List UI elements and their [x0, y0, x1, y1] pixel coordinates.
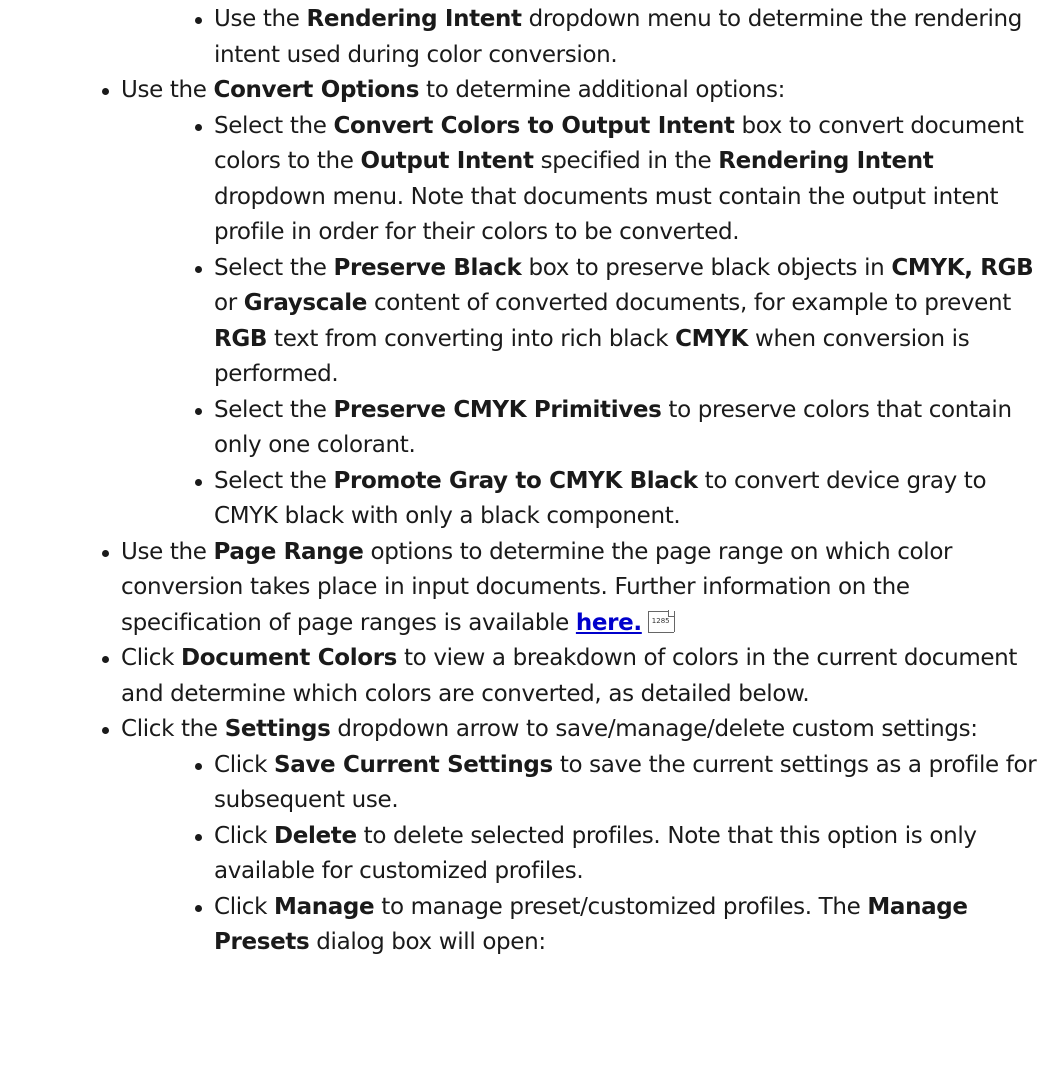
- main-list: Use the Convert Options to determine add…: [0, 73, 1055, 961]
- list-item-save-current: Click Save Current Settings to save the …: [195, 748, 1041, 819]
- list-item-document-colors: Click Document Colors to view a breakdow…: [102, 641, 1041, 712]
- term-preserve-cmyk-primitives: Preserve CMYK Primitives: [333, 396, 662, 423]
- term-manage: Manage: [274, 893, 375, 920]
- list-item-page-range: Use the Page Range options to determine …: [102, 535, 1041, 642]
- term-grayscale: Grayscale: [243, 290, 368, 316]
- term-cmyk: CMYK: [675, 325, 749, 352]
- term-save-current-settings: Save Current Settings: [274, 751, 553, 778]
- term-promote-gray: Promote Gray to CMYK Black: [333, 467, 698, 494]
- list-item-rendering-intent: Use the Rendering Intent dropdown menu t…: [195, 2, 1041, 73]
- term-delete: Delete: [274, 822, 357, 849]
- list-item-settings: Click the Settings dropdown arrow to sav…: [102, 712, 1041, 961]
- term-settings: Settings: [224, 716, 331, 742]
- list-item-manage: Click Manage to manage preset/customized…: [195, 890, 1041, 961]
- settings-sublist: Click Save Current Settings to save the …: [121, 748, 1041, 961]
- term-page-range: Page Range: [213, 538, 364, 565]
- term-rgb: RGB: [214, 325, 268, 352]
- list-item-preserve-black: Select the Preserve Black box to preserv…: [195, 251, 1041, 393]
- list-item-promote-gray: Select the Promote Gray to CMYK Black to…: [195, 464, 1041, 535]
- list-item-convert-colors: Select the Convert Colors to Output Inte…: [195, 109, 1041, 251]
- rendering-sublist: Use the Rendering Intent dropdown menu t…: [0, 2, 1055, 73]
- term-convert-options: Convert Options: [213, 77, 420, 103]
- page-reference-icon[interactable]: 1285: [647, 609, 675, 633]
- term-document-colors: Document Colors: [181, 645, 398, 671]
- convert-options-sublist: Select the Convert Colors to Output Inte…: [121, 109, 1041, 535]
- list-item-delete: Click Delete to delete selected profiles…: [195, 819, 1041, 890]
- term-output-intent: Output Intent: [360, 148, 534, 174]
- term-rendering-intent: Rendering Intent: [306, 6, 522, 32]
- term-convert-colors: Convert Colors to Output Intent: [333, 112, 735, 139]
- help-page: Use the Rendering Intent dropdown menu t…: [0, 0, 1055, 1076]
- term-preserve-black: Preserve Black: [333, 254, 522, 281]
- term-rendering-intent-ref: Rendering Intent: [718, 148, 934, 174]
- page-range-link[interactable]: here.: [576, 610, 642, 636]
- term-cmyk-rgb: CMYK, RGB: [891, 254, 1034, 281]
- page-reference-number: 1285: [651, 616, 670, 625]
- list-item-preserve-cmyk: Select the Preserve CMYK Primitives to p…: [195, 393, 1041, 464]
- list-item-convert-options: Use the Convert Options to determine add…: [102, 73, 1041, 535]
